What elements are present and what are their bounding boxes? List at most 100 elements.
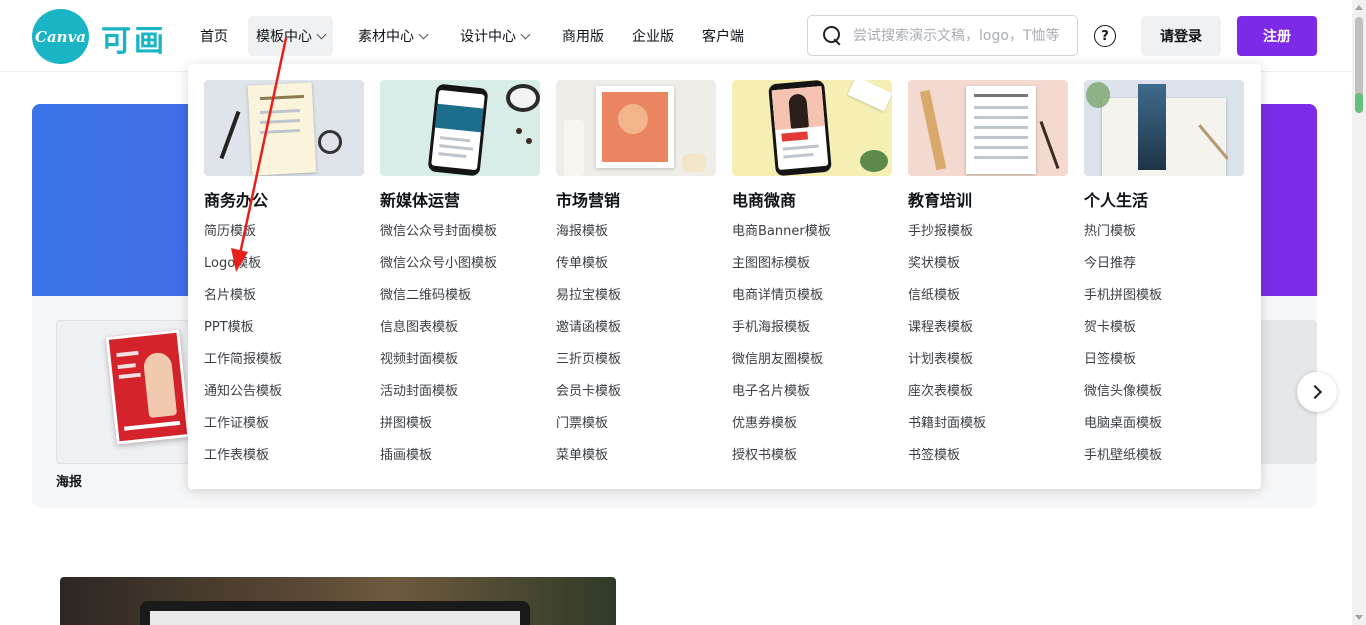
nav-home[interactable]: 首页 [192,16,236,56]
menu-link-event-cover[interactable]: 活动封面模板 [380,382,540,414]
new-media-thumbnail[interactable] [380,80,540,176]
menu-link-resume[interactable]: 简历模板 [204,222,364,254]
templates-mega-menu: 商务办公 简历模板 Logo模板 名片模板 PPT模板 工作简报模板 通知公告模… [188,64,1261,489]
business-thumbnail[interactable] [204,80,364,176]
nav-commercial[interactable]: 商用版 [554,16,612,56]
nav-assets[interactable]: 素材中心 [350,16,435,56]
column-title[interactable]: 个人生活 [1084,190,1244,212]
menu-column-education: 教育培训 手抄报模板 奖状模板 信纸模板 课程表模板 计划表模板 座次表模板 书… [908,80,1068,478]
feature-image [60,577,616,625]
nav-templates[interactable]: 模板中心 [248,16,333,56]
login-button[interactable]: 请登录 [1141,16,1221,56]
search-input[interactable] [853,27,1073,44]
column-title[interactable]: 教育培训 [908,190,1068,212]
menu-link-illustration[interactable]: 插画模板 [380,446,540,478]
menu-link-greeting-card[interactable]: 贺卡模板 [1084,318,1244,350]
menu-link-invitation[interactable]: 邀请函模板 [556,318,716,350]
menu-link-wechat-qr[interactable]: 微信二维码模板 [380,286,540,318]
column-title[interactable]: 市场营销 [556,190,716,212]
menu-link-member-card[interactable]: 会员卡模板 [556,382,716,414]
ecommerce-thumbnail[interactable] [732,80,892,176]
menu-link-flyer[interactable]: 传单模板 [556,254,716,286]
nav-client[interactable]: 客户端 [694,16,752,56]
menu-link-notice[interactable]: 通知公告模板 [204,382,364,414]
poster-caption[interactable]: 海报 [56,471,82,490]
menu-link-timetable[interactable]: 课程表模板 [908,318,1068,350]
menu-link-today[interactable]: 今日推荐 [1084,254,1244,286]
menu-link-main-image[interactable]: 主图图标模板 [732,254,892,286]
nav-enterprise-label: 企业版 [632,29,674,45]
menu-link-video-cover[interactable]: 视频封面模板 [380,350,540,382]
menu-link-wechat-cover[interactable]: 微信公众号封面模板 [380,222,540,254]
chevron-down-icon [520,29,531,39]
menu-link-rollup[interactable]: 易拉宝模板 [556,286,716,318]
menu-link-poster[interactable]: 海报模板 [556,222,716,254]
nav-commercial-label: 商用版 [562,29,604,45]
menu-link-menu[interactable]: 菜单模板 [556,446,716,478]
scroll-up-icon[interactable] [1355,5,1363,10]
menu-link-infographic[interactable]: 信息图表模板 [380,318,540,350]
menu-link-work-badge[interactable]: 工作证模板 [204,414,364,446]
menu-link-business-card[interactable]: 名片模板 [204,286,364,318]
column-title[interactable]: 商务办公 [204,190,364,212]
education-thumbnail[interactable] [908,80,1068,176]
top-header: Canva 可画 首页 模板中心 素材中心 设计中心 商用版 企业版 客户端 ?… [0,0,1352,72]
personal-thumbnail[interactable] [1084,80,1244,176]
menu-link-handwritten[interactable]: 手抄报模板 [908,222,1068,254]
menu-link-phone-collage[interactable]: 手机拼图模板 [1084,286,1244,318]
nav-design-label: 设计中心 [460,29,516,45]
menu-link-seating[interactable]: 座次表模板 [908,382,1068,414]
menu-link-collage[interactable]: 拼图模板 [380,414,540,446]
nav-enterprise[interactable]: 企业版 [624,16,682,56]
menu-column-ecommerce: 电商微商 电商Banner模板 主图图标模板 电商详情页模板 手机海报模板 微信… [732,80,892,478]
menu-link-ticket[interactable]: 门票模板 [556,414,716,446]
canva-logo[interactable]: Canva [32,9,89,64]
menu-column-new-media: 新媒体运营 微信公众号封面模板 微信公众号小图模板 微信二维码模板 信息图表模板… [380,80,540,478]
marketing-thumbnail[interactable] [556,80,716,176]
menu-link-book-cover[interactable]: 书籍封面模板 [908,414,1068,446]
chevron-down-icon [316,29,327,39]
chevron-right-icon[interactable] [1297,372,1337,412]
menu-link-mobile-poster[interactable]: 手机海报模板 [732,318,892,350]
menu-link-phone-wallpaper[interactable]: 手机壁纸模板 [1084,446,1244,478]
menu-link-moments[interactable]: 微信朋友圈模板 [732,350,892,382]
menu-link-wechat-small[interactable]: 微信公众号小图模板 [380,254,540,286]
menu-link-work-report[interactable]: 工作简报模板 [204,350,364,382]
nav-design[interactable]: 设计中心 [452,16,537,56]
menu-column-personal: 个人生活 热门模板 今日推荐 手机拼图模板 贺卡模板 日签模板 微信头像模板 电… [1084,80,1244,478]
menu-link-popular[interactable]: 热门模板 [1084,222,1244,254]
scroll-down-icon[interactable] [1355,615,1363,620]
menu-link-coupon[interactable]: 优惠券模板 [732,414,892,446]
menu-link-e-card[interactable]: 电子名片模板 [732,382,892,414]
menu-link-logo[interactable]: Logo模板 [204,254,364,286]
help-icon[interactable]: ? [1094,25,1116,47]
menu-link-detail-page[interactable]: 电商详情页模板 [732,286,892,318]
menu-link-bookmark[interactable]: 书签模板 [908,446,1068,478]
menu-link-certificate[interactable]: 奖状模板 [908,254,1068,286]
canva-cn-logo[interactable]: 可画 [101,16,167,60]
register-button[interactable]: 注册 [1237,16,1317,56]
menu-link-worksheet[interactable]: 工作表模板 [204,446,364,478]
menu-link-planner[interactable]: 计划表模板 [908,350,1068,382]
menu-link-authorization[interactable]: 授权书模板 [732,446,892,478]
menu-link-desktop-wallpaper[interactable]: 电脑桌面模板 [1084,414,1244,446]
page-scrollbar[interactable] [1352,0,1366,625]
chevron-down-icon [418,29,429,39]
menu-column-marketing: 市场营销 海报模板 传单模板 易拉宝模板 邀请函模板 三折页模板 会员卡模板 门… [556,80,716,478]
menu-link-avatar[interactable]: 微信头像模板 [1084,382,1244,414]
menu-link-ecom-banner[interactable]: 电商Banner模板 [732,222,892,254]
search-icon[interactable] [823,25,843,46]
column-title[interactable]: 电商微商 [732,190,892,212]
nav-home-label: 首页 [200,29,228,45]
poster-card[interactable] [56,320,190,464]
poster-thumbnail [105,329,189,445]
scroll-thumb[interactable] [1355,17,1363,113]
column-title[interactable]: 新媒体运营 [380,190,540,212]
nav-assets-label: 素材中心 [358,29,414,45]
menu-link-daily-card[interactable]: 日签模板 [1084,350,1244,382]
search-box[interactable] [807,15,1078,56]
menu-link-letter-paper[interactable]: 信纸模板 [908,286,1068,318]
nav-templates-label: 模板中心 [256,29,312,45]
menu-link-ppt[interactable]: PPT模板 [204,318,364,350]
menu-link-trifold[interactable]: 三折页模板 [556,350,716,382]
